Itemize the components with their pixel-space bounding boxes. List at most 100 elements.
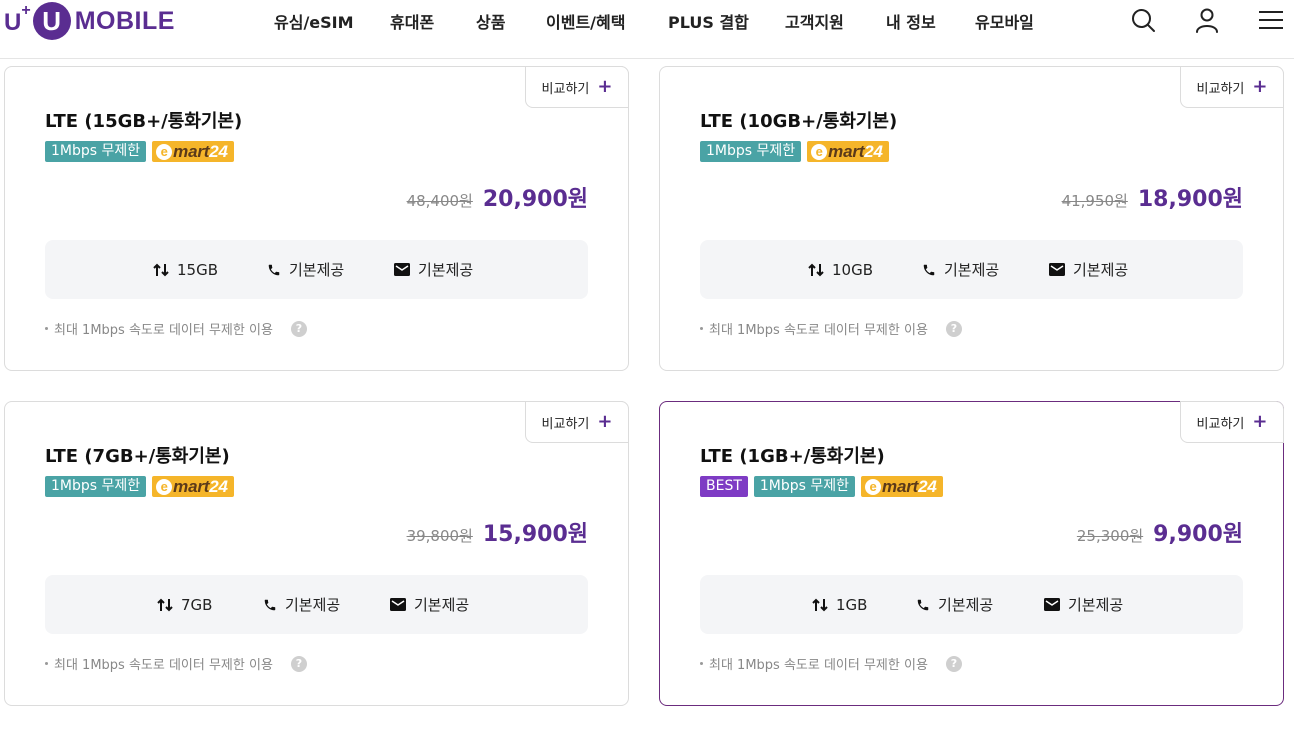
data-amount: 7GB: [181, 595, 213, 614]
phone-icon: [917, 599, 929, 610]
compare-button[interactable]: 비교하기 +: [525, 401, 629, 443]
plan-prices: 25,300원 9,900원: [1077, 516, 1243, 548]
nav-item-plus[interactable]: PLUS 결합: [668, 9, 749, 33]
mail-icon: [1044, 598, 1060, 611]
bullet-dot: [45, 327, 48, 330]
site-header: U+ U MOBILE 유심/eSIM 휴대폰 상품 이벤트/혜택 PLUS 결…: [0, 0, 1294, 59]
phone-icon: [923, 264, 935, 275]
plan-tags: 1Mbps 무제한 e mart 24: [700, 141, 889, 162]
plan-prices: 48,400원 20,900원: [407, 181, 588, 213]
help-icon[interactable]: ?: [945, 655, 962, 672]
plan-title: LTE (15GB+/통화기본): [45, 111, 243, 132]
note-text: 최대 1Mbps 속도로 데이터 무제한 이용: [709, 323, 928, 338]
compare-label: 비교하기: [1196, 416, 1245, 432]
help-icon[interactable]: ?: [945, 320, 962, 337]
original-price: 25,300원: [1076, 527, 1144, 545]
sms-value: 기본제공: [1073, 261, 1129, 279]
help-icon[interactable]: ?: [290, 655, 307, 672]
plan-title: LTE (7GB+/통화기본): [45, 446, 230, 467]
nav-item-myinfo[interactable]: 내 정보: [886, 9, 936, 33]
user-icon[interactable]: [1193, 6, 1221, 34]
phone-icon: [264, 599, 276, 610]
plan-note: 최대 1Mbps 속도로 데이터 무제한 이용 ?: [45, 654, 307, 673]
original-price: 41,950원: [1061, 192, 1128, 210]
plan-card[interactable]: 비교하기 + LTE (15GB+/통화기본) 1Mbps 무제한 e mart 2…: [4, 66, 629, 371]
sms-feature: 기본제공: [394, 240, 473, 299]
data-transfer-icon: [808, 263, 824, 276]
nav-item-phone[interactable]: 휴대폰: [390, 9, 434, 33]
mail-icon: [394, 263, 410, 276]
note-text: 최대 1Mbps 속도로 데이터 무제한 이용: [709, 658, 928, 673]
emart24-logo: e mart 24: [152, 141, 234, 162]
sale-price: 9,900원: [1153, 522, 1243, 547]
call-feature: 기본제공: [916, 575, 993, 634]
plan-features: 7GB 기본제공 기본제공: [45, 575, 588, 634]
search-icon[interactable]: [1129, 6, 1157, 34]
best-tag: BEST: [700, 476, 748, 497]
compare-button[interactable]: 비교하기 +: [525, 66, 629, 108]
compare-button[interactable]: 비교하기 +: [1180, 401, 1284, 443]
data-amount: 15GB: [177, 260, 219, 279]
nav-item-usim[interactable]: 유심/eSIM: [274, 9, 354, 33]
unlimited-tag: 1Mbps 무제한: [753, 476, 856, 497]
data-transfer-icon: [157, 598, 173, 611]
nav-item-events[interactable]: 이벤트/혜택: [546, 9, 625, 33]
nav-item-support[interactable]: 고객지원: [785, 9, 844, 33]
data-amount: 10GB: [832, 260, 874, 279]
unlimited-tag: 1Mbps 무제한: [45, 476, 147, 497]
plan-title: LTE (10GB+/통화기본): [700, 111, 898, 132]
call-value: 기본제공: [289, 261, 345, 279]
plan-tags: 1Mbps 무제한 e mart 24: [45, 141, 234, 162]
mail-icon: [1049, 263, 1065, 276]
plan-card-best[interactable]: 비교하기 + LTE (1GB+/통화기본) BEST 1Mbps 무제한 em…: [659, 401, 1284, 706]
plan-title: LTE (1GB+/통화기본): [700, 446, 885, 467]
plan-note: 최대 1Mbps 속도로 데이터 무제한 이용 ?: [45, 319, 307, 338]
plan-note: 최대 1Mbps 속도로 데이터 무제한 이용 ?: [700, 319, 962, 338]
bullet-dot: [45, 662, 48, 665]
call-value: 기본제공: [285, 596, 341, 614]
plus-icon: +: [1252, 76, 1268, 97]
original-price: 48,400원: [406, 192, 473, 210]
bullet-dot: [700, 327, 703, 330]
plus-icon: +: [597, 411, 613, 432]
main-nav: 유심/eSIM 휴대폰 상품 이벤트/혜택 PLUS 결합 고객지원 내 정보 …: [0, 0, 1294, 40]
unlimited-tag: 1Mbps 무제한: [45, 141, 147, 162]
menu-icon[interactable]: [1257, 6, 1285, 34]
bullet-dot: [700, 662, 703, 665]
call-feature: 기본제공: [267, 240, 344, 299]
plan-card[interactable]: 비교하기 + LTE (10GB+/통화기본) 1Mbps 무제한 e mart 2…: [659, 66, 1284, 371]
compare-label: 비교하기: [541, 416, 590, 432]
plan-features: 10GB 기본제공 기본제공: [700, 240, 1243, 299]
nav-item-umobile[interactable]: 유모바일: [975, 9, 1034, 33]
help-icon[interactable]: ?: [290, 320, 307, 337]
data-transfer-icon: [812, 598, 828, 611]
plan-features: 1GB 기본제공 기본제공: [700, 575, 1243, 634]
sale-price: 18,900원: [1137, 187, 1243, 212]
data-feature: 10GB: [808, 240, 873, 299]
nav-item-products[interactable]: 상품: [476, 9, 505, 33]
sms-feature: 기본제공: [390, 575, 469, 634]
data-feature: 1GB: [812, 575, 867, 634]
sale-price: 15,900원: [482, 522, 588, 547]
data-transfer-icon: [153, 263, 169, 276]
original-price: 39,800원: [406, 527, 473, 545]
emart24-logo: e mart 24: [807, 141, 889, 162]
unlimited-tag: 1Mbps 무제한: [700, 141, 802, 162]
data-feature: 7GB: [157, 575, 212, 634]
plan-prices: 39,800원 15,900원: [407, 516, 588, 548]
emart24-logo: e mart 24: [861, 476, 943, 497]
plan-prices: 41,950원 18,900원: [1062, 181, 1243, 213]
compare-button[interactable]: 비교하기 +: [1180, 66, 1284, 108]
call-feature: 기본제공: [922, 240, 999, 299]
sms-value: 기본제공: [418, 261, 474, 279]
sms-feature: 기본제공: [1044, 575, 1123, 634]
compare-label: 비교하기: [1196, 81, 1245, 97]
sale-price: 20,900원: [482, 187, 588, 212]
plan-card[interactable]: 비교하기 + LTE (7GB+/통화기본) 1Mbps 무제한 e mart 24…: [4, 401, 629, 706]
plus-icon: +: [1252, 411, 1268, 432]
mail-icon: [390, 598, 406, 611]
sms-feature: 기본제공: [1049, 240, 1128, 299]
emart24-logo: e mart 24: [152, 476, 234, 497]
call-value: 기본제공: [938, 596, 994, 614]
sms-value: 기본제공: [414, 596, 470, 614]
